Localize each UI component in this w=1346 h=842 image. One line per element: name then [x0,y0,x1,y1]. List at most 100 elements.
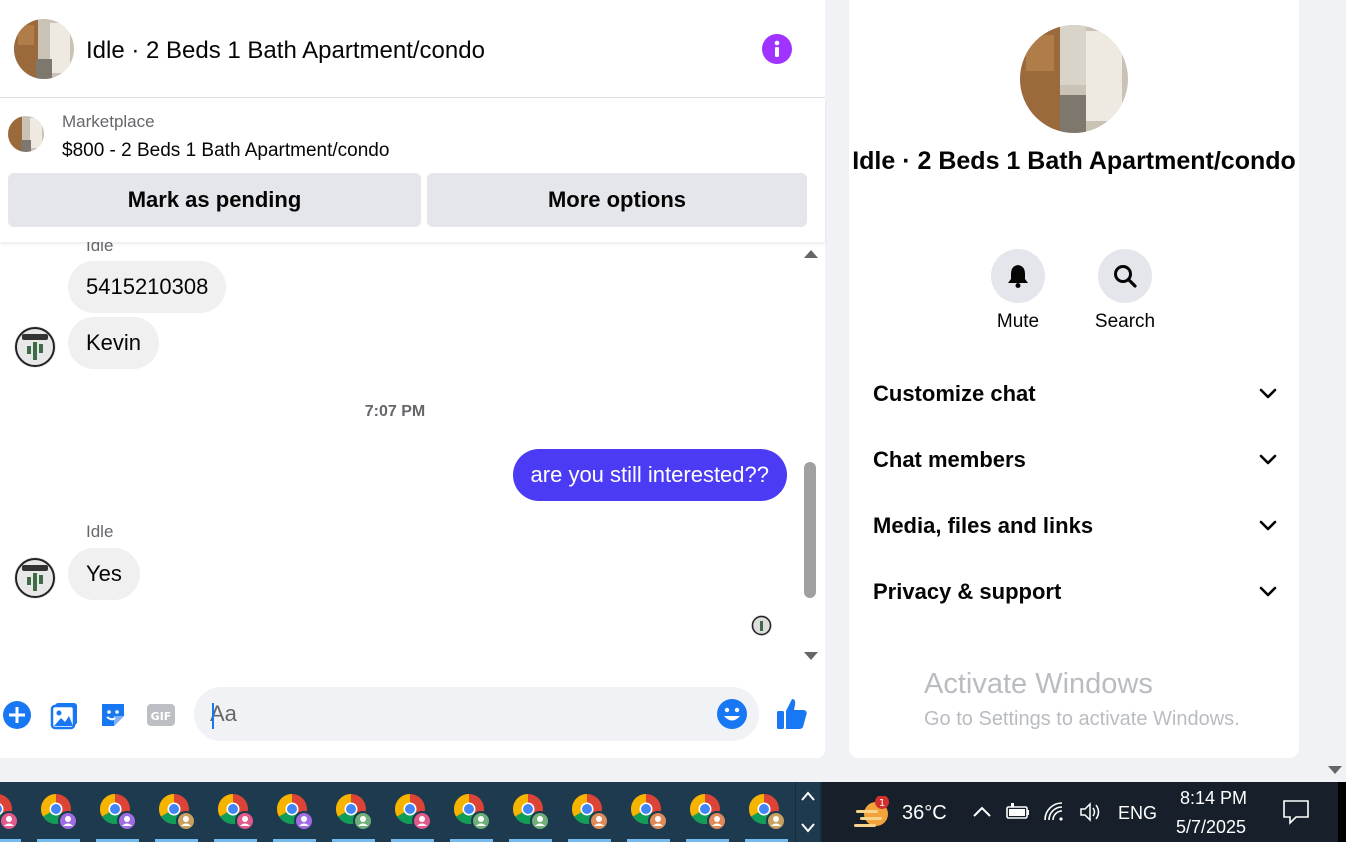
chrome-taskbar-icon[interactable] [88,782,147,842]
chrome-taskbar-icon[interactable] [29,782,88,842]
chrome-taskbar-icon[interactable] [147,782,206,842]
row-label: Chat members [873,447,1026,472]
listing-avatar[interactable] [14,19,74,79]
info-icon[interactable] [762,34,792,64]
clock-date[interactable]: 5/7/2025 [1176,817,1246,838]
chrome-taskbar-icon[interactable] [324,782,383,842]
chrome-taskbar-icon[interactable] [206,782,265,842]
chrome-icon [276,794,314,831]
conversation-avatar[interactable] [1020,25,1128,133]
windows-taskbar: 1 36°C ENG 8:14 PM 5/7/2025 [0,782,1346,842]
scroll-thumb[interactable] [804,462,816,598]
system-tray: 1 36°C ENG 8:14 PM 5/7/2025 [822,782,1346,842]
text-cursor [212,703,214,729]
message-bubble-incoming[interactable]: Yes [68,548,140,600]
volume-icon[interactable] [1078,800,1102,824]
chrome-icon [748,794,786,831]
plus-icon[interactable] [1,699,33,731]
message-bubble-outgoing[interactable]: are you still interested?? [512,449,787,501]
read-receipt-avatar [751,615,772,636]
notification-icon[interactable] [1282,799,1310,825]
message-input[interactable] [210,697,700,731]
weather-icon[interactable]: 1 [854,795,894,835]
chrome-taskbar-icon[interactable] [383,782,442,842]
message-scrollbar[interactable] [801,242,819,672]
taskbar-overflow-arrows[interactable] [796,782,820,842]
chrome-icon [689,794,727,831]
mark-as-pending-button[interactable]: Mark as pending [8,173,421,227]
scroll-up-arrow[interactable] [804,250,818,258]
search-action[interactable]: Search [1080,249,1170,333]
temperature[interactable]: 36°C [902,802,947,825]
chrome-taskbar-icon[interactable] [0,782,29,842]
customize-chat-row[interactable]: Customize chat [873,374,1277,414]
page-scroll-down-arrow[interactable] [1328,766,1342,774]
listing-thumbnail[interactable] [8,116,44,152]
message-list: Idle 5415210308 Kevin 7:07 PM are you st… [0,242,825,672]
message-bubble-incoming[interactable]: Kevin [68,317,160,369]
chrome-taskbar-icon[interactable] [560,782,619,842]
scroll-down-arrow[interactable] [804,652,818,660]
chat-panel: Idle · 2 Beds 1 Bath Apartment/condo Mar… [0,0,825,758]
chat-title[interactable]: Idle · 2 Beds 1 Bath Apartment/condo [86,36,485,66]
mute-action[interactable]: Mute [973,249,1063,333]
chrome-icon [630,794,668,831]
emoji-icon[interactable] [716,698,748,730]
chrome-taskbar-icon[interactable] [678,782,737,842]
gif-icon[interactable]: GIF [145,699,177,731]
clock-time[interactable]: 8:14 PM [1180,788,1247,809]
chevron-down-icon [1259,586,1277,597]
chrome-icon [571,794,609,831]
show-desktop-button[interactable] [1338,782,1346,842]
chevron-down-icon [1259,388,1277,399]
sender-name: Idle [86,522,114,541]
chrome-icon [217,794,255,831]
chrome-icon [158,794,196,831]
chrome-icon [335,794,373,831]
more-options-button[interactable]: More options [427,173,807,227]
chrome-taskbar-icon[interactable] [737,782,795,842]
chrome-taskbar-icon[interactable] [442,782,501,842]
sender-avatar[interactable] [14,326,56,368]
chrome-icon [40,794,78,831]
chrome-icon [512,794,550,831]
time-divider: 7:07 PM [364,403,426,420]
language-indicator[interactable]: ENG [1118,803,1157,824]
privacy-support-row[interactable]: Privacy & support [873,572,1277,612]
composer: GIF [0,672,825,758]
chrome-icon [394,794,432,831]
search-icon[interactable] [1098,249,1152,303]
chevron-down-icon [1259,454,1277,465]
listing-source: Marketplace [62,112,155,131]
sender-avatar[interactable] [14,557,56,599]
chevron-down-icon [1259,520,1277,531]
chat-header: Idle · 2 Beds 1 Bath Apartment/condo [0,0,825,98]
bell-icon[interactable] [991,249,1045,303]
listing-name[interactable]: $800 - 2 Beds 1 Bath Apartment/condo [62,140,389,162]
chrome-taskbar-icon[interactable] [501,782,560,842]
taskbar-apps [0,782,795,842]
wifi-icon[interactable] [1042,800,1066,824]
message-bubble-incoming[interactable]: 5415210308 [68,261,227,313]
activate-windows-title: Activate Windows [924,668,1153,700]
svg-text:GIF: GIF [151,710,172,723]
thumbs-up-icon[interactable] [774,696,810,732]
message-input-box[interactable] [194,687,759,741]
sender-name: Idle [86,242,114,255]
sticker-icon[interactable] [97,699,129,731]
chrome-taskbar-icon[interactable] [265,782,324,842]
media-files-links-row[interactable]: Media, files and links [873,506,1277,546]
activate-windows-subtitle: Go to Settings to activate Windows. [924,708,1240,730]
chrome-taskbar-icon[interactable] [619,782,678,842]
conversation-title: Idle · 2 Beds 1 Bath Apartment/condo [852,147,1296,175]
listing-banner: Marketplace $800 - 2 Beds 1 Bath Apartme… [0,99,825,242]
battery-icon[interactable] [1006,800,1030,824]
chevron-up-icon[interactable] [970,800,994,824]
photo-icon[interactable] [49,699,81,731]
conversation-details-panel: Idle · 2 Beds 1 Bath Apartment/condo Mut… [849,0,1299,758]
chat-members-row[interactable]: Chat members [873,440,1277,480]
weather-badge: 1 [879,798,885,809]
chrome-icon [453,794,491,831]
mute-label: Mute [996,311,1040,332]
row-label: Media, files and links [873,513,1094,538]
